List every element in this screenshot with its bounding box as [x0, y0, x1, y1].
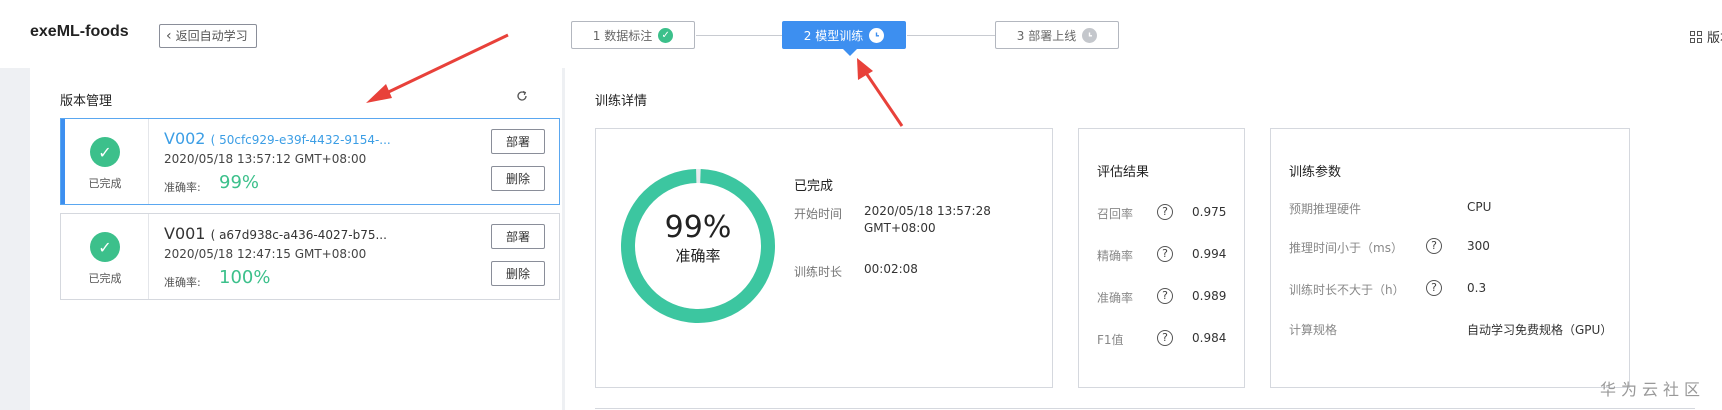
accuracy-percent: 99% — [664, 210, 732, 245]
help-icon[interactable]: ? — [1426, 238, 1442, 254]
eval-value: 0.989 — [1192, 289, 1227, 303]
training-summary-card: 99% 准确率 已完成 开始时间 2020/05/18 13:57:28 GMT… — [595, 128, 1053, 388]
training-detail-panel: 训练详情 99% 准确率 已完成 开始时间 2020/05/18 13:57:2… — [565, 68, 1722, 410]
evaluation-title: 评估结果 — [1097, 165, 1150, 180]
param-value: 自动学习免费规格（GPU） — [1467, 323, 1613, 337]
start-time-zone: GMT+08:00 — [864, 221, 936, 235]
eval-label: 精确率 — [1097, 249, 1134, 263]
version-panel-title: 版本管理 — [60, 94, 113, 109]
version-date: 2020/05/18 13:57:12 GMT+08:00 — [164, 152, 367, 166]
version-date: 2020/05/18 12:47:15 GMT+08:00 — [164, 247, 367, 261]
accuracy-caption: 准确率 — [675, 247, 721, 265]
param-label: 训练时长不大于（h） — [1289, 283, 1405, 297]
param-label: 推理时间小于（ms） — [1289, 241, 1403, 255]
version-status: ✓ 已完成 — [61, 119, 149, 204]
back-button-label: 返回自动学习 — [175, 29, 248, 43]
help-icon[interactable]: ? — [1157, 330, 1173, 346]
version-id: ( a67d938c-a436-4027-b75... — [210, 228, 387, 242]
version-status: ✓ 已完成 — [61, 214, 149, 299]
watermark: 华为云社区 — [1600, 380, 1706, 399]
param-value: 0.3 — [1467, 281, 1487, 295]
help-icon[interactable]: ? — [1157, 204, 1173, 220]
check-circle-icon: ✓ — [90, 232, 120, 262]
duration-label: 训练时长 — [794, 265, 843, 279]
chevron-left-icon: ‹ — [166, 28, 172, 44]
accuracy-value: 99% — [219, 172, 260, 193]
check-circle-icon: ✓ — [658, 27, 674, 43]
eval-value: 0.994 — [1192, 247, 1227, 261]
top-bar: exeML-foods ‹ 返回自动学习 1 数据标注 ✓ 2 模型训练 3 部… — [0, 0, 1722, 68]
step-label: 2 模型训练 — [803, 28, 864, 43]
step-connector — [907, 35, 995, 36]
accuracy-label: 准确率: — [164, 276, 201, 289]
version-link[interactable]: 版本 — [1690, 27, 1722, 46]
status-text: 已完成 — [88, 177, 122, 190]
donut-center: 99% 准确率 — [617, 211, 779, 266]
section-divider — [595, 408, 1695, 409]
version-link-label: 版本 — [1707, 31, 1722, 46]
version-id: ( 50cfc929-e39f-4432-9154-... — [210, 133, 391, 147]
eval-label: 准确率 — [1097, 291, 1134, 305]
step-label: 3 部署上线 — [1016, 28, 1077, 43]
param-label: 计算规格 — [1289, 323, 1338, 337]
start-time-label: 开始时间 — [794, 207, 843, 221]
help-icon[interactable]: ? — [1157, 288, 1173, 304]
step-model-training[interactable]: 2 模型训练 — [782, 21, 906, 49]
params-title: 训练参数 — [1289, 165, 1342, 180]
evaluation-card: 评估结果 召回率 ? 0.975 精确率 ? 0.994 准确率 ? 0.989… — [1078, 128, 1245, 388]
accuracy-label: 准确率: — [164, 181, 201, 194]
param-value: CPU — [1467, 200, 1492, 214]
training-status: 已完成 — [794, 179, 834, 194]
step-data-labeling[interactable]: 1 数据标注 ✓ — [571, 21, 695, 49]
app-title: exeML-foods — [30, 23, 129, 40]
step-deploy[interactable]: 3 部署上线 — [995, 21, 1119, 49]
check-circle-icon: ✓ — [90, 137, 120, 167]
refresh-icon[interactable] — [516, 90, 528, 102]
start-time-line: 2020/05/18 13:57:28 — [864, 204, 991, 218]
step-connector — [696, 35, 782, 36]
step-label: 1 数据标注 — [592, 28, 653, 43]
version-card-v002[interactable]: ✓ 已完成 V002 ( 50cfc929-e39f-4432-9154-...… — [60, 118, 560, 205]
back-to-auto-learning-button[interactable]: ‹ 返回自动学习 — [159, 24, 257, 48]
start-time-value: 2020/05/18 13:57:28 GMT+08:00 — [864, 203, 991, 237]
version-management-panel: 版本管理 ✓ 已完成 V002 ( 50cfc929-e39f-4432-915… — [30, 68, 562, 410]
active-step-caret — [843, 49, 857, 56]
status-text: 已完成 — [88, 272, 122, 285]
duration-value: 00:02:08 — [864, 262, 918, 276]
help-icon[interactable]: ? — [1426, 280, 1442, 296]
clock-icon — [1082, 27, 1098, 43]
grid-icon — [1690, 30, 1702, 43]
param-value: 300 — [1467, 239, 1490, 253]
eval-value: 0.975 — [1192, 205, 1227, 219]
help-icon[interactable]: ? — [1157, 246, 1173, 262]
eval-value: 0.984 — [1192, 331, 1227, 345]
deploy-button[interactable]: 部署 — [491, 224, 545, 249]
deploy-button[interactable]: 部署 — [491, 129, 545, 154]
eval-label: 召回率 — [1097, 207, 1134, 221]
delete-button[interactable]: 删除 — [491, 166, 545, 191]
training-detail-title: 训练详情 — [595, 94, 648, 109]
version-name[interactable]: V001 — [164, 224, 205, 243]
version-name[interactable]: V002 — [164, 129, 205, 148]
delete-button[interactable]: 删除 — [491, 261, 545, 286]
training-params-card: 训练参数 预期推理硬件 CPU 推理时间小于（ms） ? 300 训练时长不大于… — [1270, 128, 1630, 388]
eval-label: F1值 — [1097, 333, 1124, 347]
version-name-row: V001 ( a67d938c-a436-4027-b75... — [164, 224, 454, 243]
clock-icon — [869, 27, 885, 43]
version-card-v001[interactable]: ✓ 已完成 V001 ( a67d938c-a436-4027-b75... 2… — [60, 213, 560, 300]
accuracy-value: 100% — [219, 267, 271, 288]
param-label: 预期推理硬件 — [1289, 202, 1362, 216]
version-name-row: V002 ( 50cfc929-e39f-4432-9154-... — [164, 129, 454, 148]
